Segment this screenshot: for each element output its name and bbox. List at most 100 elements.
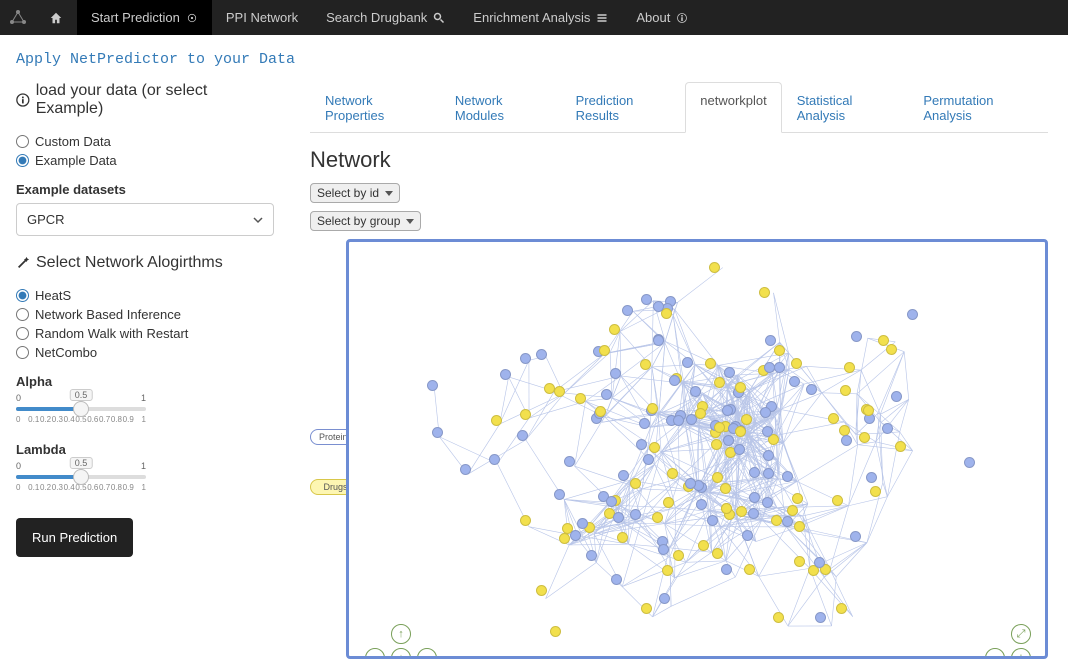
network-node[interactable] <box>575 393 586 404</box>
network-node[interactable] <box>613 512 624 523</box>
nav-ppi-network[interactable]: PPI Network <box>212 0 312 35</box>
network-node[interactable] <box>735 426 746 437</box>
network-node[interactable] <box>762 426 773 437</box>
select-by-group[interactable]: Select by group <box>310 211 421 231</box>
network-node[interactable] <box>536 349 547 360</box>
network-node[interactable] <box>749 467 760 478</box>
tab-permutation-analysis[interactable]: Permutation Analysis <box>908 82 1048 133</box>
nav-search-drugbank[interactable]: Search Drugbank <box>312 0 459 35</box>
slider-lambda-track[interactable]: 0.5 <box>16 475 146 479</box>
radio-heats[interactable]: HeatS <box>16 288 274 303</box>
network-node[interactable] <box>489 454 500 465</box>
network-node[interactable] <box>814 557 825 568</box>
network-node[interactable] <box>836 603 847 614</box>
network-node[interactable] <box>520 353 531 364</box>
network-node[interactable] <box>550 626 561 637</box>
select-by-id[interactable]: Select by id <box>310 183 400 203</box>
tab-network-properties[interactable]: Network Properties <box>310 82 440 133</box>
network-node[interactable] <box>554 386 565 397</box>
network-node[interactable] <box>639 418 650 429</box>
network-node[interactable] <box>622 305 633 316</box>
radio-nbi[interactable]: Network Based Inference <box>16 307 274 322</box>
network-node[interactable] <box>782 471 793 482</box>
network-node[interactable] <box>794 521 805 532</box>
network-node[interactable] <box>774 345 785 356</box>
network-node[interactable] <box>586 550 597 561</box>
network-node[interactable] <box>850 531 861 542</box>
network-node[interactable] <box>714 422 725 433</box>
network-node[interactable] <box>577 518 588 529</box>
slider-thumb[interactable] <box>73 401 89 417</box>
network-node[interactable] <box>682 357 693 368</box>
network-node[interactable] <box>695 408 706 419</box>
network-node[interactable] <box>721 503 732 514</box>
nav-home[interactable] <box>35 0 77 35</box>
network-node[interactable] <box>711 439 722 450</box>
network-node[interactable] <box>659 593 670 604</box>
network-node[interactable] <box>667 468 678 479</box>
network-node[interactable] <box>870 486 881 497</box>
network-node[interactable] <box>705 358 716 369</box>
network-node[interactable] <box>744 564 755 575</box>
network-canvas[interactable]: ↑ ← ↓ → ⤢ − + <box>346 239 1048 659</box>
tab-prediction-results[interactable]: Prediction Results <box>561 82 686 133</box>
network-node[interactable] <box>882 423 893 434</box>
network-node[interactable] <box>878 335 889 346</box>
network-node[interactable] <box>742 530 753 541</box>
network-node[interactable] <box>828 413 839 424</box>
network-node[interactable] <box>762 497 773 508</box>
radio-netcombo[interactable]: NetCombo <box>16 345 274 360</box>
network-node[interactable] <box>841 435 852 446</box>
network-node[interactable] <box>641 603 652 614</box>
zoom-fit-button[interactable]: ⤢ <box>1011 624 1031 644</box>
network-node[interactable] <box>773 612 784 623</box>
network-node[interactable] <box>570 530 581 541</box>
network-node[interactable] <box>782 516 793 527</box>
network-node[interactable] <box>618 470 629 481</box>
network-node[interactable] <box>866 472 877 483</box>
network-node[interactable] <box>891 391 902 402</box>
network-node[interactable] <box>520 515 531 526</box>
slider-thumb[interactable] <box>73 469 89 485</box>
network-node[interactable] <box>895 441 906 452</box>
nav-enrichment-analysis[interactable]: Enrichment Analysis <box>459 0 622 35</box>
network-node[interactable] <box>500 369 511 380</box>
network-node[interactable] <box>653 335 664 346</box>
network-node[interactable] <box>595 406 606 417</box>
network-node[interactable] <box>789 376 800 387</box>
network-node[interactable] <box>759 287 770 298</box>
network-node[interactable] <box>640 359 651 370</box>
network-node[interactable] <box>611 574 622 585</box>
network-node[interactable] <box>696 499 707 510</box>
network-node[interactable] <box>673 415 684 426</box>
network-node[interactable] <box>491 415 502 426</box>
network-node[interactable] <box>851 331 862 342</box>
run-prediction-button[interactable]: Run Prediction <box>16 518 133 557</box>
tab-statistical-analysis[interactable]: Statistical Analysis <box>782 82 909 133</box>
network-node[interactable] <box>712 472 723 483</box>
network-node[interactable] <box>643 454 654 465</box>
app-logo[interactable] <box>0 0 35 35</box>
radio-example-data[interactable]: Example Data <box>16 153 274 168</box>
radio-custom-data[interactable]: Custom Data <box>16 134 274 149</box>
network-node[interactable] <box>647 403 658 414</box>
network-node[interactable] <box>748 508 759 519</box>
network-node[interactable] <box>599 345 610 356</box>
tab-networkplot[interactable]: networkplot <box>685 82 781 133</box>
network-node[interactable] <box>649 442 660 453</box>
network-node[interactable] <box>724 367 735 378</box>
network-node[interactable] <box>690 386 701 397</box>
network-node[interactable] <box>859 432 870 443</box>
network-node[interactable] <box>765 335 776 346</box>
network-node[interactable] <box>559 533 570 544</box>
network-node[interactable] <box>720 483 731 494</box>
network-node[interactable] <box>787 505 798 516</box>
example-datasets-select[interactable]: GPCR <box>16 203 274 236</box>
network-node[interactable] <box>714 377 725 388</box>
tab-network-modules[interactable]: Network Modules <box>440 82 561 133</box>
network-node[interactable] <box>636 439 647 450</box>
slider-alpha-track[interactable]: 0.5 <box>16 407 146 411</box>
nav-start-prediction[interactable]: Start Prediction <box>77 0 212 35</box>
network-node[interactable] <box>734 444 745 455</box>
network-node[interactable] <box>707 515 718 526</box>
